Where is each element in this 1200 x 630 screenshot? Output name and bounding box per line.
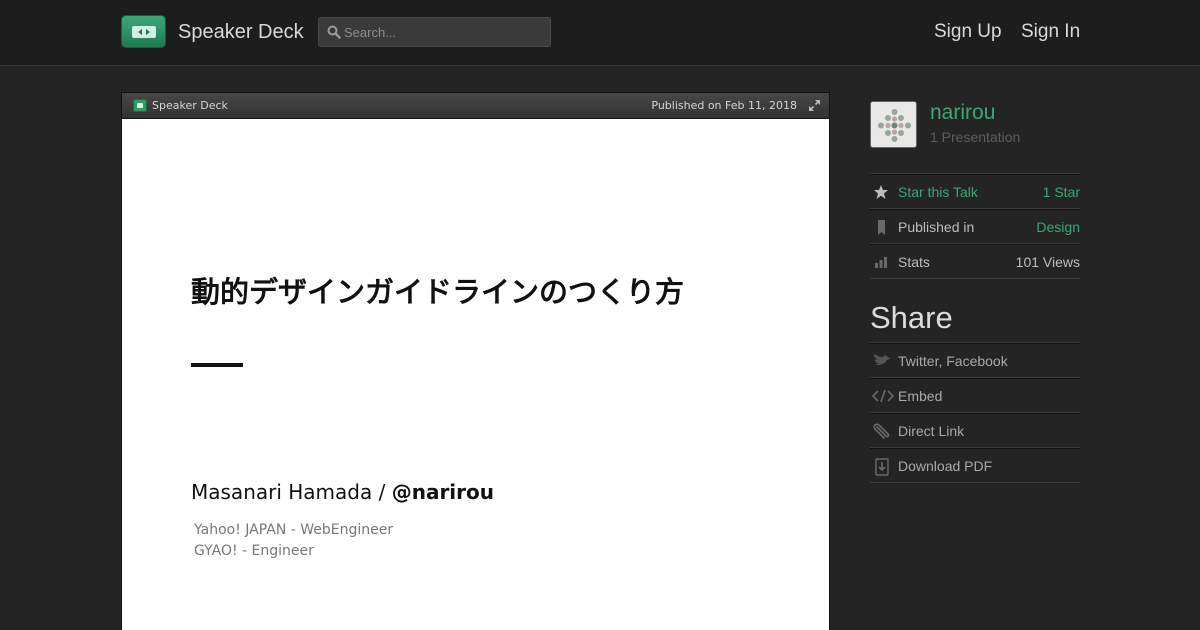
star-count[interactable]: 1 Star: [1043, 184, 1080, 200]
brand-name[interactable]: Speaker Deck: [178, 21, 304, 44]
search-input[interactable]: [344, 21, 544, 43]
player-brand[interactable]: Speaker Deck: [152, 99, 228, 112]
bar-chart-icon: [875, 257, 887, 268]
avatar[interactable]: [870, 101, 917, 148]
download-pdf-label[interactable]: Download PDF: [898, 458, 992, 474]
embed-label[interactable]: Embed: [898, 388, 942, 404]
published-date: Published on Feb 11, 2018: [651, 99, 797, 112]
slide-divider: [191, 363, 243, 367]
share-heading: Share: [870, 300, 953, 335]
bird-icon: [874, 354, 891, 365]
presentation-count[interactable]: 1 Presentation: [930, 129, 1020, 145]
paperclip-icon: [873, 423, 890, 439]
fullscreen-icon[interactable]: [808, 99, 821, 112]
sign-in-link[interactable]: Sign In: [1021, 21, 1080, 43]
author-role-1: Yahoo! JAPAN - WebEngineer: [194, 522, 394, 538]
share-social-label[interactable]: Twitter, Facebook: [898, 353, 1008, 369]
slide-title: 動的デザインガイドラインのつくり方: [191, 275, 685, 309]
search-box[interactable]: [318, 17, 551, 47]
player-toolbar: Speaker Deck Published on Feb 11, 2018: [122, 93, 829, 119]
download-pdf-row[interactable]: Download PDF: [870, 448, 1080, 483]
author-handle: @narirou: [391, 480, 494, 504]
star-talk-label[interactable]: Star this Talk: [898, 184, 978, 200]
download-icon: [875, 458, 889, 476]
category-link[interactable]: Design: [1036, 219, 1080, 235]
bookmark-icon: [878, 220, 885, 235]
slide-player: Speaker Deck Published on Feb 11, 2018 動…: [121, 92, 830, 630]
stats-label: Stats: [898, 254, 930, 270]
star-row[interactable]: Star this Talk 1 Star: [870, 174, 1080, 209]
speaker-deck-small-logo-icon[interactable]: [133, 99, 147, 112]
slide-author: Masanari Hamada / @narirou: [191, 480, 494, 504]
sign-up-link[interactable]: Sign Up: [934, 21, 1002, 43]
username-link[interactable]: narirou: [930, 101, 995, 125]
author-role-2: GYAO! - Engineer: [194, 543, 314, 559]
stats-row: Stats 101 Views: [870, 244, 1080, 279]
direct-link-row[interactable]: Direct Link: [870, 413, 1080, 448]
direct-link-label[interactable]: Direct Link: [898, 423, 964, 439]
published-in-label: Published in: [898, 219, 975, 235]
speaker-deck-logo-icon[interactable]: [121, 15, 166, 48]
share-social-row[interactable]: Twitter, Facebook: [870, 343, 1080, 378]
view-count: 101 Views: [1015, 254, 1080, 270]
star-icon: [874, 185, 888, 199]
top-header: Speaker Deck Sign Up Sign In: [0, 0, 1200, 66]
embed-row[interactable]: Embed: [870, 378, 1080, 413]
search-icon: [327, 25, 341, 39]
code-icon: [872, 389, 894, 403]
share-list: Twitter, Facebook Embed Direct Link Down…: [870, 342, 1080, 483]
author-name: Masanari Hamada /: [191, 480, 386, 504]
published-in-row: Published in Design: [870, 209, 1080, 244]
slide-canvas[interactable]: 動的デザインガイドラインのつくり方 Masanari Hamada / @nar…: [122, 119, 829, 630]
talk-meta-list: Star this Talk 1 Star Published in Desig…: [870, 173, 1080, 279]
